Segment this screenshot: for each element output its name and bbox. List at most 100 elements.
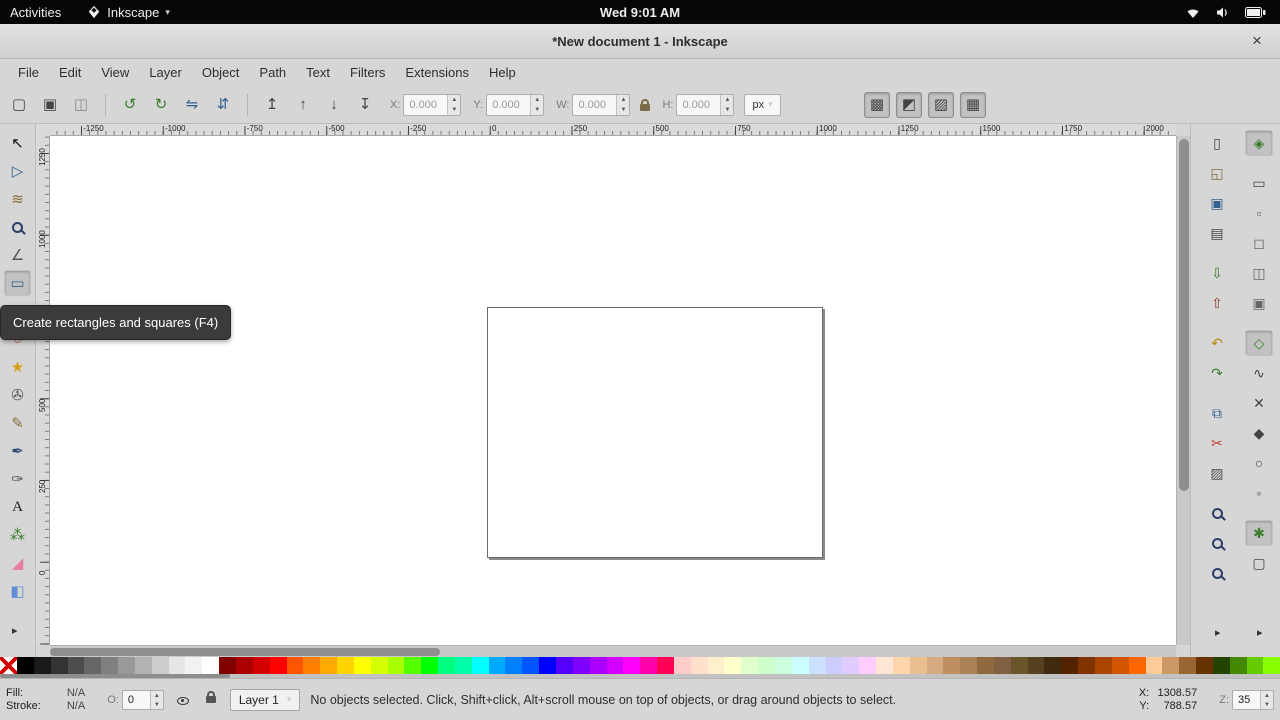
palette-swatch[interactable]	[1078, 657, 1095, 674]
clock[interactable]: Wed 9:01 AM	[600, 5, 680, 20]
new-document-button[interactable]: ▯	[1203, 130, 1231, 156]
save-document-button[interactable]: ▣	[1203, 190, 1231, 216]
palette-swatch[interactable]	[859, 657, 876, 674]
y-input[interactable]: 0.000 ▲▼	[486, 94, 544, 116]
zoom-selection-button[interactable]	[1203, 500, 1231, 526]
raise-button[interactable]: ↑	[290, 92, 316, 118]
no-color-swatch[interactable]	[0, 657, 17, 674]
zoom-tool[interactable]	[4, 214, 31, 240]
redo-button[interactable]: ↷	[1203, 360, 1231, 386]
palette-swatch[interactable]	[388, 657, 405, 674]
palette-swatch[interactable]	[657, 657, 674, 674]
snap-others-toggle[interactable]: ✱	[1245, 520, 1273, 546]
palette-swatch[interactable]	[438, 657, 455, 674]
rotate-ccw-button[interactable]: ↺	[117, 92, 143, 118]
palette-swatch[interactable]	[287, 657, 304, 674]
palette-swatch[interactable]	[1095, 657, 1112, 674]
opacity-spinner[interactable]: ▲▼	[150, 691, 163, 709]
width-spinner[interactable]: ▲▼	[616, 95, 629, 115]
activities-button[interactable]: Activities	[10, 5, 61, 20]
calligraphy-tool[interactable]: ✑	[4, 466, 31, 492]
units-dropdown[interactable]: px ▾	[744, 94, 780, 116]
palette-swatch[interactable]	[640, 657, 657, 674]
opacity-input[interactable]: 0 ▲▼	[122, 690, 164, 710]
palette-swatch[interactable]	[472, 657, 489, 674]
layer-visibility-toggle[interactable]	[174, 691, 192, 709]
zoom-page-button[interactable]	[1203, 560, 1231, 586]
palette-swatch[interactable]	[977, 657, 994, 674]
snap-bounding-box-toggle[interactable]: ▭	[1245, 170, 1273, 196]
palette-swatch[interactable]	[876, 657, 893, 674]
palette-swatch[interactable]	[573, 657, 590, 674]
pen-tool[interactable]: ✒	[4, 438, 31, 464]
eraser-tool[interactable]: ◢	[4, 550, 31, 576]
selector-tool[interactable]: ↖	[4, 130, 31, 156]
pencil-tool[interactable]: ✎	[4, 410, 31, 436]
menu-view[interactable]: View	[91, 61, 139, 84]
palette-swatch[interactable]	[943, 657, 960, 674]
palette-swatch[interactable]	[842, 657, 859, 674]
x-spinner[interactable]: ▲▼	[447, 95, 460, 115]
snap-bbox-edges-toggle[interactable]: ▫	[1245, 200, 1273, 226]
palette-swatch[interactable]	[607, 657, 624, 674]
palette-swatch[interactable]	[303, 657, 320, 674]
palette-swatch[interactable]	[505, 657, 522, 674]
palette-swatch[interactable]	[354, 657, 371, 674]
palette-swatch[interactable]	[927, 657, 944, 674]
snap-bbox-centers-toggle[interactable]: ▣	[1245, 290, 1273, 316]
horizontal-ruler[interactable]: -1250-1000-750-500-250025050075010001250…	[50, 124, 1176, 136]
x-input[interactable]: 0.000 ▲▼	[403, 94, 461, 116]
palette-swatch[interactable]	[404, 657, 421, 674]
cut-button[interactable]: ✂	[1203, 430, 1231, 456]
tweak-tool[interactable]: ≋	[4, 186, 31, 212]
palette-swatch[interactable]	[775, 657, 792, 674]
palette-swatch[interactable]	[1028, 657, 1045, 674]
snap-toolbar-expander[interactable]: ▸	[1257, 626, 1263, 639]
snap-cusp-nodes-toggle[interactable]: ◆	[1245, 420, 1273, 446]
palette-swatch[interactable]	[556, 657, 573, 674]
palette-swatch[interactable]	[34, 657, 51, 674]
undo-button[interactable]: ↶	[1203, 330, 1231, 356]
toolbox-expander[interactable]: ▸	[12, 624, 18, 637]
palette-swatch[interactable]	[1162, 657, 1179, 674]
commands-toolbar-expander[interactable]: ▸	[1215, 626, 1221, 639]
palette-swatch[interactable]	[539, 657, 556, 674]
menu-text[interactable]: Text	[296, 61, 340, 84]
menu-object[interactable]: Object	[192, 61, 250, 84]
snap-bbox-edge-midpoints-toggle[interactable]: ◫	[1245, 260, 1273, 286]
palette-swatch[interactable]	[1213, 657, 1230, 674]
scale-stroke-toggle[interactable]: ▩	[864, 92, 890, 118]
paint-bucket-tool[interactable]: ◧	[4, 578, 31, 604]
deselect-button[interactable]: ◫	[68, 92, 94, 118]
palette-swatch[interactable]	[1061, 657, 1078, 674]
scale-corners-toggle[interactable]: ◩	[896, 92, 922, 118]
move-patterns-toggle[interactable]: ▦	[960, 92, 986, 118]
palette-swatch[interactable]	[253, 657, 270, 674]
copy-button[interactable]: ⧉	[1203, 400, 1231, 426]
flip-horizontal-button[interactable]: ⇋	[179, 92, 205, 118]
palette-swatch[interactable]	[337, 657, 354, 674]
select-all-layers-button[interactable]: ▣	[37, 92, 63, 118]
palette-swatch[interactable]	[489, 657, 506, 674]
palette-swatch[interactable]	[455, 657, 472, 674]
fill-stroke-indicator[interactable]: Fill: N/A Stroke: N/A	[6, 687, 85, 712]
snap-smooth-nodes-toggle[interactable]: ○	[1245, 450, 1273, 476]
layer-dropdown[interactable]: Layer 1 ▾	[230, 689, 301, 711]
select-all-button[interactable]: ▢	[6, 92, 32, 118]
palette-swatch[interactable]	[320, 657, 337, 674]
palette-swatch[interactable]	[1196, 657, 1213, 674]
palette-swatch[interactable]	[185, 657, 202, 674]
palette-swatch[interactable]	[421, 657, 438, 674]
palette-swatch[interactable]	[236, 657, 253, 674]
palette-swatch[interactable]	[1129, 657, 1146, 674]
snap-bbox-corners-toggle[interactable]: ◻	[1245, 230, 1273, 256]
zoom-input[interactable]: 35 ▲▼	[1232, 690, 1274, 710]
palette-swatch[interactable]	[994, 657, 1011, 674]
menu-path[interactable]: Path	[249, 61, 296, 84]
palette-swatch[interactable]	[1011, 657, 1028, 674]
palette-swatch[interactable]	[809, 657, 826, 674]
snap-midpoints-toggle[interactable]: ◦	[1245, 480, 1273, 506]
open-document-button[interactable]: ◱	[1203, 160, 1231, 186]
zoom-spinner[interactable]: ▲▼	[1260, 691, 1273, 709]
menu-edit[interactable]: Edit	[49, 61, 91, 84]
